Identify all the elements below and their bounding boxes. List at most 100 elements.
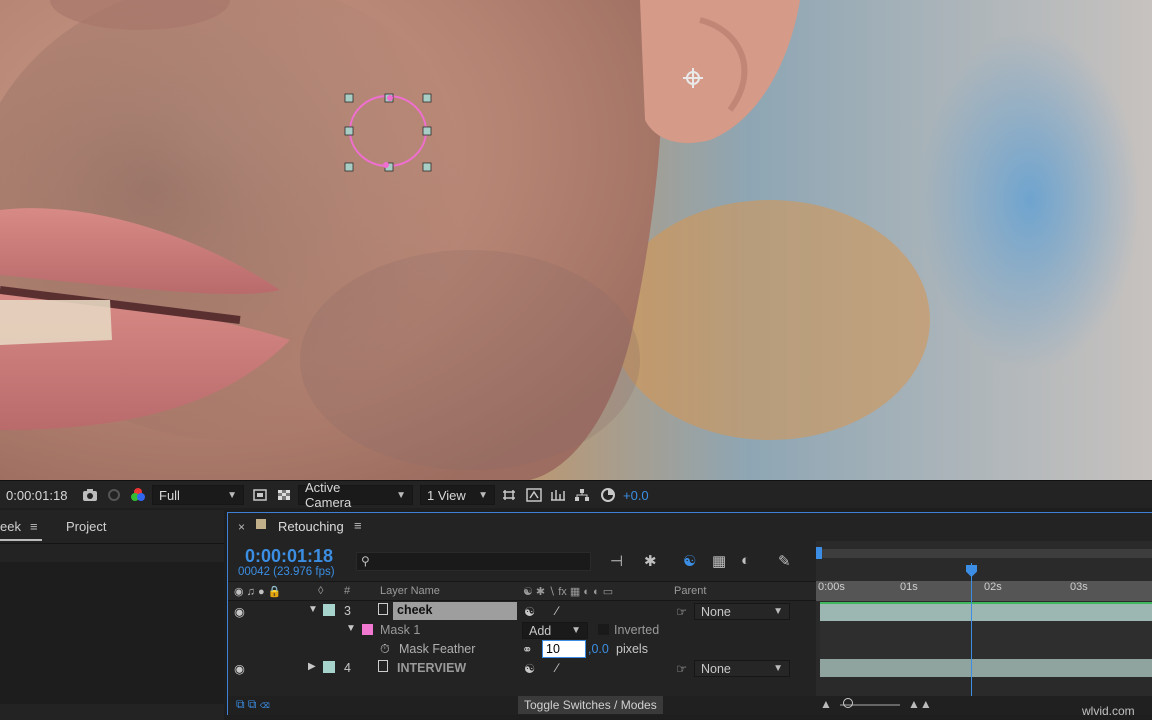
work-area-start-handle[interactable] xyxy=(816,547,822,559)
mask-feather-row[interactable]: ⏱ Mask Feather ⚭ 10 ,0.0 pixels xyxy=(228,640,816,659)
quality-switch-icon[interactable]: ∕ xyxy=(556,661,558,675)
layer-name[interactable]: INTERVIEW xyxy=(397,661,466,675)
active-tab-indicator xyxy=(0,539,42,541)
stopwatch-icon[interactable]: ⏱ xyxy=(380,642,390,657)
timeline-icon[interactable] xyxy=(550,485,566,505)
work-area-bar[interactable] xyxy=(816,549,1152,558)
inverted-label: Inverted xyxy=(614,623,659,637)
panel-menu-icon[interactable]: ≡ xyxy=(30,519,38,534)
chevron-down-icon: ▼ xyxy=(571,625,581,636)
layer-search-input[interactable]: ⚲ xyxy=(356,552,591,571)
graph-editor-icon[interactable]: ✎ xyxy=(778,552,791,570)
time-graph[interactable]: 0:00s 01s 02s 03s xyxy=(816,541,1152,715)
mask-color-swatch[interactable] xyxy=(362,624,373,635)
ruler-label: 02s xyxy=(984,581,1002,593)
feather-value-input[interactable]: 10 xyxy=(542,640,586,658)
feather-value-second[interactable]: ,0.0 xyxy=(588,642,609,656)
transparency-grid-icon[interactable] xyxy=(277,485,291,505)
twirl-expanded-icon[interactable]: ▼ xyxy=(308,604,318,615)
column-layer-name[interactable]: Layer Name xyxy=(380,585,440,597)
exposure-value[interactable]: +0.0 xyxy=(623,485,649,505)
ruler-label: 01s xyxy=(900,581,918,593)
label-color-swatch[interactable] xyxy=(323,604,335,616)
flowchart-icon[interactable] xyxy=(574,485,590,505)
parent-dropdown[interactable]: None ▼ xyxy=(694,660,790,677)
channel-rgb-icon[interactable] xyxy=(130,485,146,505)
views-dropdown[interactable]: 1 View ▼ xyxy=(420,485,495,505)
timeline-footer: ⧉ ⧉ ⌫ Toggle Switches / Modes ▲ ▲▲ xyxy=(228,696,1152,715)
quality-switch-icon[interactable]: ∕ xyxy=(556,604,558,618)
mask-mode-dropdown[interactable]: Add ▼ xyxy=(522,622,588,639)
mask-feather-label: Mask Feather xyxy=(399,642,475,656)
collapse-switch-icon[interactable]: ☯ xyxy=(524,604,535,619)
left-panel-body xyxy=(0,562,224,704)
region-of-interest-icon[interactable] xyxy=(253,485,267,505)
camera-label: Active Camera xyxy=(305,480,390,510)
chevron-down-icon: ▼ xyxy=(227,490,237,501)
tab-composition[interactable]: Retouching xyxy=(278,519,344,534)
tab-effect-controls[interactable]: eek xyxy=(0,519,21,534)
timeline-panel: × Retouching ≡ 0:00:01:18 00042 (23.976 … xyxy=(227,512,1152,715)
collapse-switch-icon[interactable]: ☯ xyxy=(524,661,535,676)
camera-dropdown[interactable]: Active Camera ▼ xyxy=(298,485,413,505)
visibility-eye-icon[interactable]: ◉ xyxy=(234,604,245,619)
current-time-indicator[interactable] xyxy=(971,563,972,715)
constrain-proportions-icon[interactable]: ⚭ xyxy=(522,642,532,657)
visibility-eye-icon[interactable]: ◉ xyxy=(234,661,245,676)
layer-bar-cheek[interactable] xyxy=(820,603,1152,621)
parent-label: None xyxy=(701,662,731,676)
parent-dropdown[interactable]: None ▼ xyxy=(694,603,790,620)
layer-bar-interview[interactable] xyxy=(820,659,1152,677)
layer-row-interview[interactable]: ◉ ▶ 4 INTERVIEW ☯ ∕ ☞ None ▼ xyxy=(228,659,816,678)
shy-layers-icon[interactable]: ☯ xyxy=(683,552,696,570)
draft-3d-icon[interactable]: ✱ xyxy=(644,552,657,570)
pickwhip-icon[interactable]: ☞ xyxy=(676,661,687,676)
exposure-label: +0.0 xyxy=(623,488,649,503)
layer-index: 4 xyxy=(344,661,351,675)
twirl-expanded-icon[interactable]: ▼ xyxy=(346,623,356,634)
reset-exposure-icon[interactable] xyxy=(600,485,616,505)
footage-icon xyxy=(378,603,388,615)
pickwhip-icon[interactable]: ☞ xyxy=(676,604,687,619)
layer-name[interactable]: cheek xyxy=(393,602,517,620)
fast-preview-icon[interactable] xyxy=(526,485,542,505)
composition-mini-flowchart-icon[interactable]: ⊣ xyxy=(610,552,623,570)
viewer-timecode[interactable]: 0:00:01:18 xyxy=(6,485,67,505)
panel-menu-icon[interactable]: ≡ xyxy=(354,518,362,533)
resolution-dropdown[interactable]: Full ▼ xyxy=(152,485,244,505)
label-tag-icon: ◊ xyxy=(318,585,323,597)
label-color-swatch[interactable] xyxy=(323,661,335,673)
zoom-in-icon[interactable]: ▲▲ xyxy=(908,697,932,711)
twirl-collapsed-icon[interactable]: ▶ xyxy=(308,661,316,672)
zoom-out-icon[interactable]: ▲ xyxy=(820,697,832,711)
zoom-slider-knob[interactable] xyxy=(843,698,853,708)
frame-blending-icon[interactable]: ▦ xyxy=(712,552,726,570)
column-parent: Parent xyxy=(674,585,706,597)
footage-icon xyxy=(378,660,388,672)
toggle-switches-modes-button[interactable]: Toggle Switches / Modes xyxy=(518,696,663,714)
layer-columns-header: ◉ ♫ ● 🔒 ◊ # Layer Name ☯ ✱ ∖ fx ▦ ◐ ◐ ▭ … xyxy=(228,581,816,601)
composition-color-icon xyxy=(256,519,266,529)
time-ruler[interactable]: 0:00s 01s 02s 03s xyxy=(816,581,1152,601)
show-snapshot-icon[interactable] xyxy=(107,485,121,505)
close-icon[interactable]: × xyxy=(238,520,245,534)
mask-property-track[interactable] xyxy=(820,621,1152,659)
inverted-checkbox[interactable] xyxy=(598,624,609,635)
mask-name[interactable]: Mask 1 xyxy=(380,623,420,637)
snapshot-camera-icon[interactable] xyxy=(82,485,98,505)
mask-mode-label: Add xyxy=(529,624,551,638)
toggle-pixel-aspect-icon[interactable] xyxy=(501,485,517,505)
layer-row-cheek[interactable]: ◉ ▼ 3 cheek ☯ ∕ ☞ None ▼ xyxy=(228,602,816,621)
frame-rate-display: 00042 (23.976 fps) xyxy=(238,566,335,578)
timeline-tab-bar: × Retouching ≡ xyxy=(228,513,1152,541)
ruler-label: 03s xyxy=(1070,581,1088,593)
mask-row[interactable]: ▼ Mask 1 Add ▼ Inverted xyxy=(228,621,816,640)
comp-icons[interactable]: ⧉ ⧉ ⌫ xyxy=(236,697,269,712)
tab-project[interactable]: Project xyxy=(66,519,106,534)
current-time-display[interactable]: 0:00:01:18 xyxy=(245,546,333,567)
playhead-handle-icon[interactable] xyxy=(966,565,977,577)
composition-viewer[interactable] xyxy=(0,0,1152,480)
motion-blur-icon[interactable]: ◐ xyxy=(741,552,750,569)
switches-header-icon: ☯ ✱ ∖ fx ▦ ◐ ◐ ▭ xyxy=(523,585,613,598)
chevron-down-icon: ▼ xyxy=(773,606,783,617)
